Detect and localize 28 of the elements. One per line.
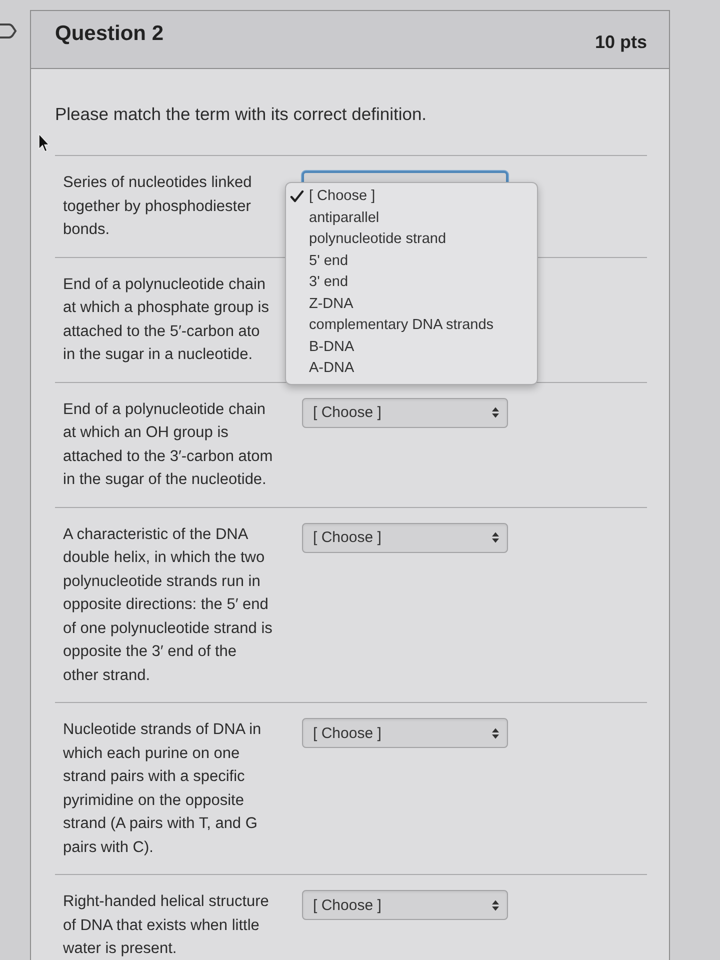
definition-text: Nucleotide strands of DNA in which each purine on one strand pairs with a specific pyrimidine on the opposite strand (A pairs with T, and G pairs with C). — [63, 720, 262, 858]
definition-text: A characteristic of the DNA double helix, in which the two polynucleotide strands run in opposite directions: the 5′ end of one polynucleotide strand is opposite the 3′ end of the other strand. — [63, 524, 274, 686]
cursor-icon — [38, 133, 50, 153]
dropdown-option[interactable]: [ Choose ] — [286, 186, 537, 208]
definition-text: End of a polynucleotide chain at which an OH group is attached to the 3′-carbon atom in the sugar of the nucleotide. — [63, 400, 274, 490]
dropdown-option[interactable]: A-DNA — [286, 358, 537, 380]
dropdown-option[interactable]: Z-DNA — [286, 294, 537, 315]
definition-text: End of a polynucleotide chain at which a phosphate group is attached to the 5′-carbon ato in the sugar in a nucleotide. — [63, 274, 270, 365]
question-title: Question 2 — [55, 22, 164, 46]
answer-select[interactable]: [ Choose ] — [302, 718, 508, 748]
up-down-arrows-icon — [492, 532, 499, 543]
dropdown-option[interactable]: 3' end — [286, 272, 537, 294]
answer-select[interactable]: [ Choose ] — [302, 398, 508, 428]
dropdown-option[interactable]: B-DNA — [286, 336, 537, 358]
dropdown-option[interactable]: polynucleotide strand — [286, 229, 537, 250]
up-down-arrows-icon — [492, 900, 499, 910]
dropdown-option[interactable]: antiparallel — [286, 208, 537, 229]
up-down-arrows-icon — [492, 407, 499, 418]
definition-text: Series of nucleotides linked together by phosphodiester bonds. — [63, 173, 253, 240]
dropdown-option[interactable]: 5' end — [286, 250, 537, 272]
answer-select[interactable]: [ Choose ] — [302, 522, 508, 552]
up-down-arrows-icon — [492, 728, 499, 738]
dropdown-option[interactable]: complementary DNA strands — [286, 315, 537, 336]
points-label: 10 pts — [594, 32, 647, 53]
tag-icon[interactable] — [0, 23, 17, 39]
answer-select[interactable]: [ Choose ] — [302, 890, 508, 920]
question-prompt: Please match the term with its correct definition. — [55, 103, 428, 125]
definition-text: Right-handed helical structure of DNA that exists when little water is present. — [63, 892, 270, 959]
